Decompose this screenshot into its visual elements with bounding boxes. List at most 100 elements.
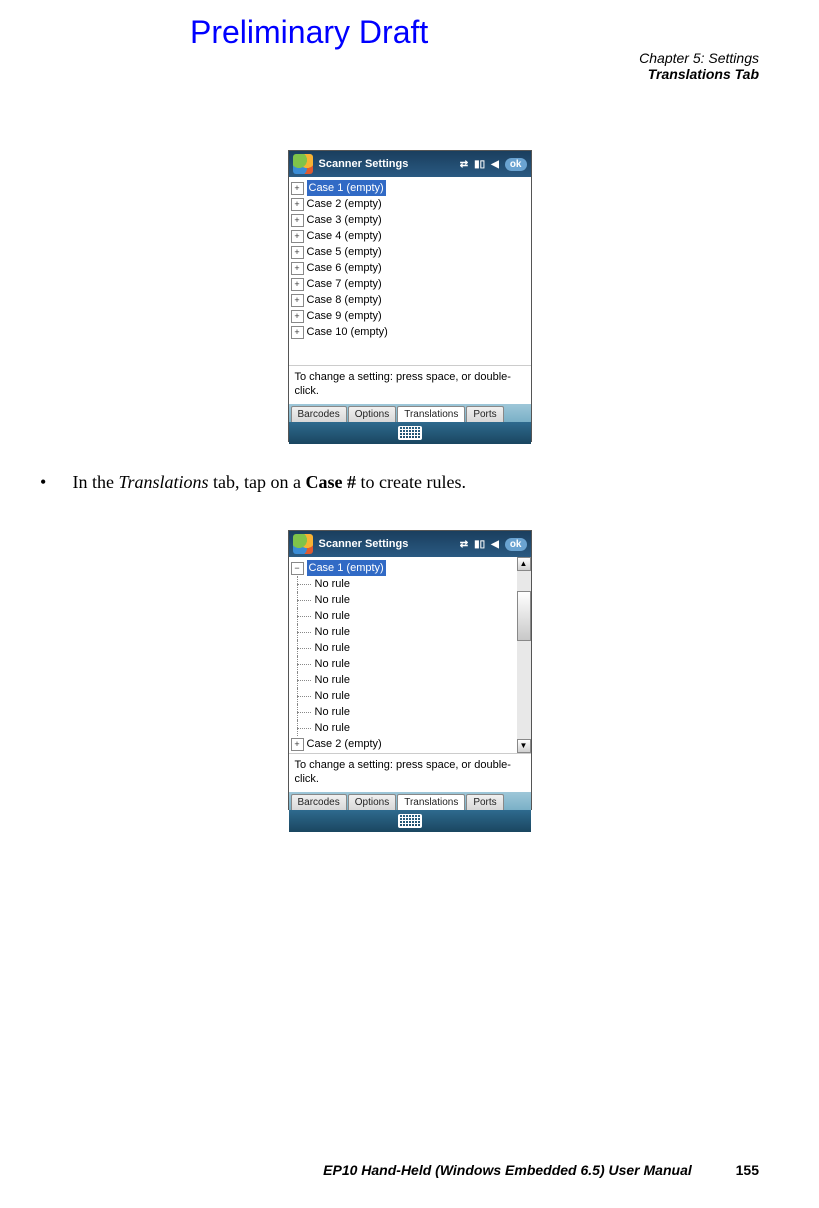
tab-translations[interactable]: Translations [397,406,465,422]
text-italic: Translations [118,472,208,492]
case-tree-expanded: − Case 1 (empty) No rule No rule No rule… [289,557,531,753]
tree-item-label: Case 2 (empty) [307,736,382,752]
expand-icon[interactable]: + [291,738,304,751]
rule-item[interactable]: No rule [291,608,515,624]
scanner-settings-screenshot-2: Scanner Settings ⇄ ▮▯ ◀ ok − Case 1 (emp… [288,530,532,810]
text-mid: tab, tap on a [209,472,306,492]
expand-icon[interactable]: + [291,326,304,339]
tree-item-case-10[interactable]: +Case 10 (empty) [291,324,529,340]
tree-item-label: Case 4 (empty) [307,228,382,244]
connectivity-icon: ⇄ [460,539,468,550]
signal-icon: ▮▯ [474,539,485,550]
expand-icon[interactable]: + [291,230,304,243]
tree-item-label: Case 8 (empty) [307,292,382,308]
scroll-up-icon[interactable]: ▲ [517,557,531,571]
keyboard-icon[interactable] [398,426,422,440]
page-footer: EP10 Hand-Held (Windows Embedded 6.5) Us… [323,1162,759,1178]
hint-text: To change a setting: press space, or dou… [289,753,531,792]
scanner-settings-screenshot-1: Scanner Settings ⇄ ▮▯ ◀ ok + Case 1 (emp… [288,150,532,442]
tree-item-case-7[interactable]: +Case 7 (empty) [291,276,529,292]
hint-text: To change a setting: press space, or dou… [289,365,531,404]
expand-icon[interactable]: + [291,278,304,291]
case-tree: + Case 1 (empty) +Case 2 (empty) +Case 3… [289,177,531,365]
windows-start-icon[interactable] [293,154,313,174]
windows-start-icon[interactable] [293,534,313,554]
preliminary-draft-watermark: Preliminary Draft [190,14,428,51]
tree-item-label: Case 7 (empty) [307,276,382,292]
window-title: Scanner Settings [319,538,409,550]
tree-item-case-1[interactable]: + Case 1 (empty) [291,180,529,196]
text-pre: In the [73,472,119,492]
tree-item-case-3[interactable]: +Case 3 (empty) [291,212,529,228]
expand-icon[interactable]: + [291,262,304,275]
footer-text: EP10 Hand-Held (Windows Embedded 6.5) Us… [323,1162,692,1178]
titlebar: Scanner Settings ⇄ ▮▯ ◀ ok [289,151,531,177]
scroll-down-icon[interactable]: ▼ [517,739,531,753]
window-title: Scanner Settings [319,158,409,170]
tree-item-label: Case 9 (empty) [307,308,382,324]
tab-options[interactable]: Options [348,406,396,422]
signal-icon: ▮▯ [474,159,485,170]
ok-button[interactable]: ok [505,158,527,171]
title-status-icons: ⇄ ▮▯ ◀ ok [460,158,527,171]
titlebar: Scanner Settings ⇄ ▮▯ ◀ ok [289,531,531,557]
tree-item-case-8[interactable]: +Case 8 (empty) [291,292,529,308]
chapter-line: Chapter 5: Settings [639,50,759,66]
tab-ports[interactable]: Ports [466,794,503,810]
expand-icon[interactable]: + [291,294,304,307]
expand-icon[interactable]: + [291,198,304,211]
rule-item[interactable]: No rule [291,688,515,704]
tab-options[interactable]: Options [348,794,396,810]
tree-item-label: Case 1 (empty) [307,180,386,196]
text-post: to create rules. [356,472,466,492]
expand-icon[interactable]: + [291,182,304,195]
rule-item[interactable]: No rule [291,624,515,640]
tabbar: Barcodes Options Translations Ports [289,404,531,422]
tree-item-case-5[interactable]: +Case 5 (empty) [291,244,529,260]
tab-translations[interactable]: Translations [397,794,465,810]
chapter-header: Chapter 5: Settings Translations Tab [639,50,759,82]
tab-barcodes[interactable]: Barcodes [291,406,347,422]
ok-button[interactable]: ok [505,538,527,551]
tree-item-case-6[interactable]: +Case 6 (empty) [291,260,529,276]
rule-item[interactable]: No rule [291,720,515,736]
expand-icon[interactable]: + [291,214,304,227]
rule-item[interactable]: No rule [291,640,515,656]
rule-item[interactable]: No rule [291,592,515,608]
keyboard-icon[interactable] [398,814,422,828]
rule-item[interactable]: No rule [291,656,515,672]
bottom-bar [289,422,531,444]
rule-item[interactable]: No rule [291,704,515,720]
title-status-icons: ⇄ ▮▯ ◀ ok [460,538,527,551]
bullet-icon: • [40,472,68,493]
tree-item-case-1[interactable]: − Case 1 (empty) [291,560,515,576]
page-number: 155 [736,1162,759,1178]
expand-icon[interactable]: + [291,246,304,259]
rule-item[interactable]: No rule [291,672,515,688]
collapse-icon[interactable]: − [291,562,304,575]
tree-item-label: Case 3 (empty) [307,212,382,228]
tab-barcodes[interactable]: Barcodes [291,794,347,810]
volume-icon: ◀ [491,159,499,170]
tree-item-case-9[interactable]: +Case 9 (empty) [291,308,529,324]
tree-item-label: Case 2 (empty) [307,196,382,212]
tree-item-case-4[interactable]: +Case 4 (empty) [291,228,529,244]
section-line: Translations Tab [639,66,759,82]
text-bold: Case # [306,472,357,492]
tab-ports[interactable]: Ports [466,406,503,422]
tabbar: Barcodes Options Translations Ports [289,792,531,810]
rule-item[interactable]: No rule [291,576,515,592]
expand-icon[interactable]: + [291,310,304,323]
tree-item-case-2[interactable]: + Case 2 (empty) [291,736,515,752]
connectivity-icon: ⇄ [460,159,468,170]
tree-item-label: Case 10 (empty) [307,324,388,340]
bottom-bar [289,810,531,832]
instruction-paragraph: • In the Translations tab, tap on a Case… [40,472,466,493]
tree-item-case-2[interactable]: +Case 2 (empty) [291,196,529,212]
tree-item-label: Case 6 (empty) [307,260,382,276]
tree-item-label: Case 5 (empty) [307,244,382,260]
scrollbar[interactable]: ▲ ▼ [517,557,531,753]
tree-item-label: Case 1 (empty) [307,560,386,576]
scroll-thumb[interactable] [517,591,531,641]
volume-icon: ◀ [491,539,499,550]
